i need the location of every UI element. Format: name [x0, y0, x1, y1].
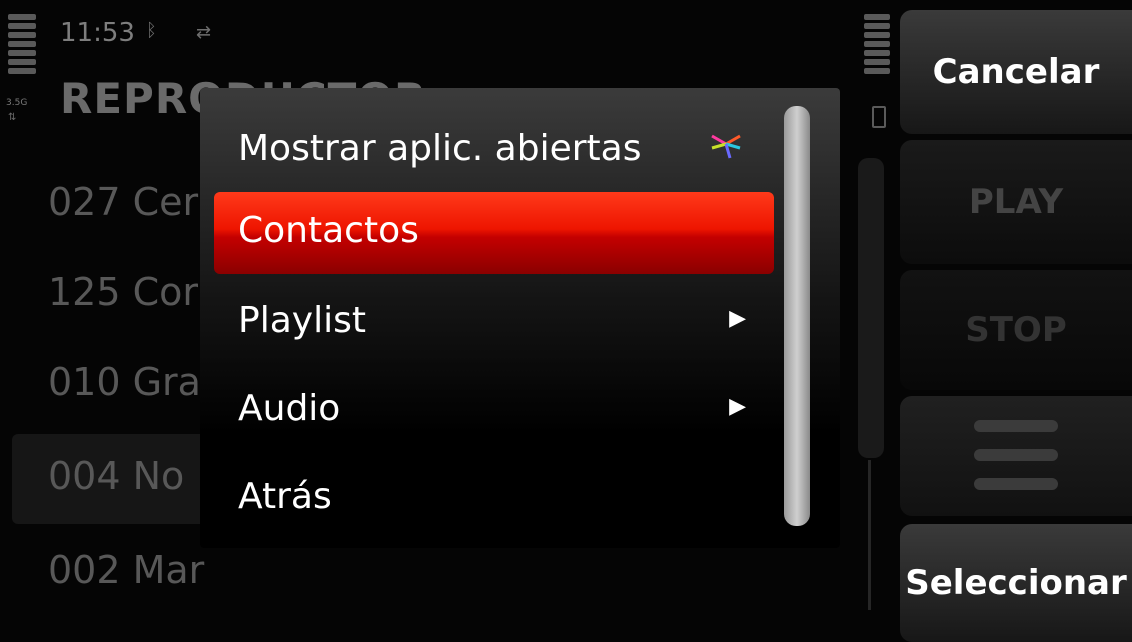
- options-menu: Mostrar aplic. abiertas Contactos Playli…: [200, 88, 840, 548]
- chevron-right-icon: ▶: [729, 394, 746, 419]
- menu-item-label: Audio: [238, 388, 341, 429]
- menu-button[interactable]: [900, 396, 1132, 516]
- app-switcher-icon: [711, 134, 741, 159]
- battery-icon: [872, 106, 886, 128]
- menu-item-label: Playlist: [238, 300, 366, 341]
- menu-icon: [974, 420, 1058, 507]
- list-scroll-track: [868, 460, 871, 610]
- menu-item-label: Contactos: [238, 210, 419, 251]
- list-item-label: 027 Cer: [48, 180, 199, 224]
- list-item-label: 125 Cor: [48, 270, 199, 314]
- menu-item-label: Mostrar aplic. abiertas: [238, 128, 642, 169]
- signal-strength-icon: [8, 14, 36, 77]
- select-button[interactable]: Seleccionar: [900, 524, 1132, 642]
- menu-item-playlist[interactable]: Playlist ▶: [214, 282, 774, 364]
- bluetooth-icon: ᛒ: [146, 20, 157, 41]
- list-item-label: 002 Mar: [48, 548, 205, 592]
- chevron-right-icon: ▶: [729, 306, 746, 331]
- menu-scrollbar[interactable]: [784, 106, 810, 526]
- menu-item-open-apps[interactable]: Mostrar aplic. abiertas: [214, 110, 774, 192]
- play-button[interactable]: PLAY: [900, 140, 1132, 264]
- list-item-label: 004 No: [48, 454, 185, 498]
- screen: 3.5G ⇅ 11:53 ᛒ ⇄ REPRODUCTOR 027 Cer 125…: [0, 0, 1132, 642]
- cancel-button[interactable]: Cancelar: [900, 10, 1132, 134]
- network-type-label: 3.5G: [6, 98, 28, 108]
- menu-item-audio[interactable]: Audio ▶: [214, 370, 774, 452]
- menu-item-contacts[interactable]: Contactos: [214, 192, 774, 274]
- list-item-label: 010 Gra: [48, 360, 201, 404]
- menu-item-back[interactable]: Atrás: [214, 458, 774, 540]
- battery-level-icon: [864, 14, 890, 77]
- list-scrollbar[interactable]: [858, 158, 884, 458]
- clock: 11:53: [60, 18, 135, 48]
- data-transfer-icon: ⇅: [8, 112, 17, 123]
- connection-icon: ⇄: [196, 22, 212, 43]
- menu-item-label: Atrás: [238, 476, 332, 517]
- stop-button[interactable]: STOP: [900, 270, 1132, 390]
